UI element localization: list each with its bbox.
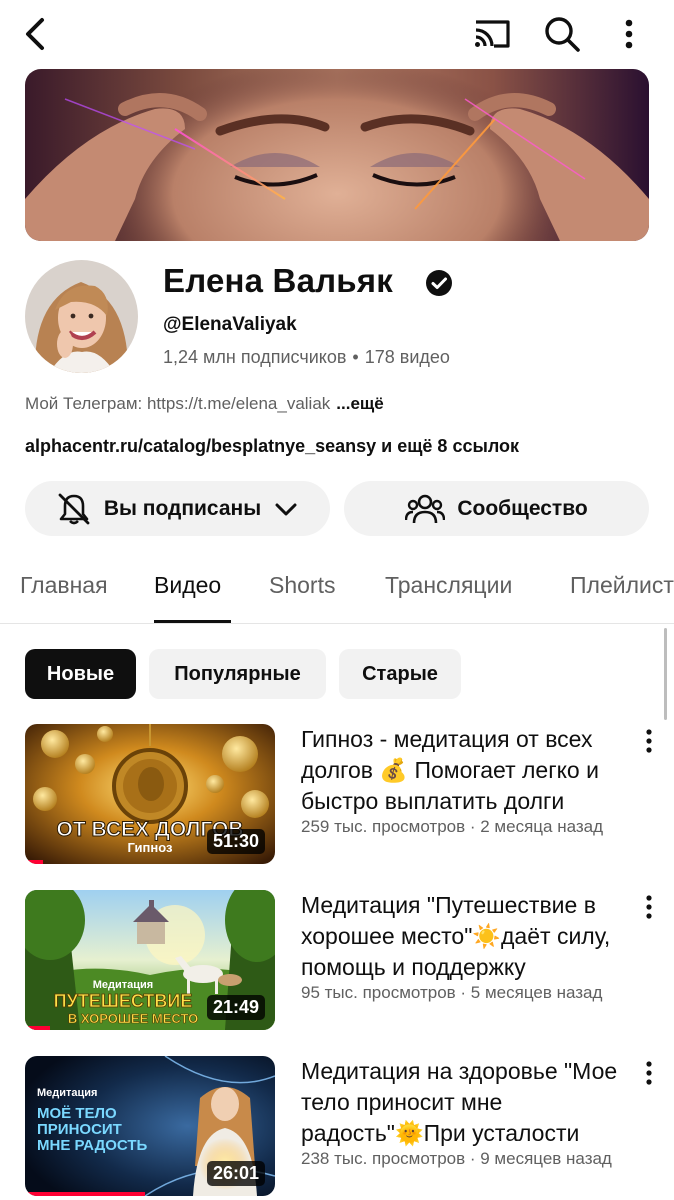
chevron-down-icon bbox=[275, 503, 297, 515]
watch-progress-bar bbox=[25, 1192, 145, 1196]
video-more-icon[interactable] bbox=[640, 1059, 658, 1087]
stats-separator: • bbox=[352, 347, 359, 367]
chip-popular[interactable]: Популярные bbox=[149, 649, 326, 699]
thumbnail-caption: Медитация bbox=[93, 979, 153, 991]
tab-shorts[interactable]: Shorts bbox=[269, 572, 335, 599]
channel-avatar[interactable] bbox=[25, 260, 138, 373]
verified-badge-icon bbox=[426, 270, 452, 296]
description-text: Мой Телеграм: https://t.me/elena_valiak bbox=[25, 394, 331, 413]
active-tab-indicator bbox=[154, 620, 231, 623]
video-title[interactable]: Медитация на здоровье "Мое тело приносит… bbox=[301, 1056, 631, 1149]
watch-progress-bar bbox=[25, 860, 43, 864]
video-more-icon[interactable] bbox=[640, 893, 658, 921]
video-item[interactable]: Медитация ПУТЕШЕСТВИЕ В ХОРОШЕЕ МЕСТО 21… bbox=[0, 890, 674, 1035]
video-meta: 238 тыс. просмотров · 9 месяцев назад bbox=[301, 1149, 612, 1168]
thumbnail-caption-line3: МНЕ РАДОСТЬ bbox=[37, 1137, 148, 1154]
video-duration: 26:01 bbox=[206, 1161, 265, 1186]
video-thumbnail[interactable]: Медитация ПУТЕШЕСТВИЕ В ХОРОШЕЕ МЕСТО 21… bbox=[25, 890, 275, 1030]
chip-oldest[interactable]: Старые bbox=[339, 649, 461, 699]
thumbnail-caption: Медитация bbox=[37, 1087, 97, 1099]
thumbnail-caption-main: ПУТЕШЕСТВИЕ bbox=[54, 991, 193, 1011]
search-icon[interactable] bbox=[542, 14, 582, 54]
thumbnail-caption-line1: МОЁ ТЕЛО bbox=[37, 1105, 117, 1122]
channel-tabs: Главная Видео Shorts Трансляции Плейлист… bbox=[0, 560, 674, 624]
video-item[interactable]: Медитация МОЁ ТЕЛО ПРИНОСИТ МНЕ РАДОСТЬ … bbox=[0, 1056, 674, 1200]
watch-progress-bar bbox=[25, 1026, 50, 1030]
chip-newest[interactable]: Новые bbox=[25, 649, 136, 699]
community-icon bbox=[405, 494, 446, 523]
video-more-icon[interactable] bbox=[640, 727, 658, 755]
more-vert-icon[interactable] bbox=[614, 14, 644, 54]
thumbnail-caption-sub: В ХОРОШЕЕ МЕСТО bbox=[68, 1011, 198, 1026]
subscribed-button[interactable]: Вы подписаны bbox=[25, 481, 330, 536]
cast-icon[interactable] bbox=[472, 16, 512, 52]
video-title[interactable]: Медитация "Путешествие в хорошее место"☀… bbox=[301, 890, 631, 983]
channel-links[interactable]: alphacentr.ru/catalog/besplatnye_seansy … bbox=[25, 436, 519, 457]
scrollbar[interactable] bbox=[664, 628, 667, 720]
subscriber-count: 1,24 млн подписчиков bbox=[163, 347, 347, 367]
video-meta: 259 тыс. просмотров · 2 месяца назад bbox=[301, 817, 604, 836]
thumbnail-caption-line2: ПРИНОСИТ bbox=[37, 1121, 122, 1138]
tab-videos[interactable]: Видео bbox=[154, 572, 221, 599]
top-app-bar bbox=[0, 0, 674, 68]
thumbnail-subcaption: Гипноз bbox=[128, 840, 174, 855]
description-more-link[interactable]: ...ещё bbox=[336, 394, 383, 413]
tab-live[interactable]: Трансляции bbox=[385, 572, 512, 599]
video-count: 178 видео bbox=[364, 347, 450, 367]
back-arrow-icon[interactable] bbox=[20, 14, 54, 54]
subscribed-label: Вы подписаны bbox=[103, 496, 262, 520]
community-button[interactable]: Сообщество bbox=[344, 481, 649, 536]
video-duration: 21:49 bbox=[206, 995, 265, 1020]
video-thumbnail[interactable]: ОТ ВСЕХ ДОЛГОВ Гипноз 51:30 bbox=[25, 724, 275, 864]
video-duration: 51:30 bbox=[206, 829, 265, 854]
tab-playlists[interactable]: Плейлисты bbox=[570, 572, 674, 599]
community-label: Сообщество bbox=[457, 496, 588, 520]
video-title[interactable]: Гипноз - медитация от всех долгов 💰 Помо… bbox=[301, 724, 631, 817]
banner-image bbox=[25, 69, 649, 241]
channel-banner bbox=[25, 69, 649, 241]
video-meta: 95 тыс. просмотров · 5 месяцев назад bbox=[301, 983, 603, 1002]
channel-handle: @ElenaValiyak bbox=[163, 314, 297, 335]
video-item[interactable]: ОТ ВСЕХ ДОЛГОВ Гипноз 51:30 Гипноз - мед… bbox=[0, 724, 674, 869]
notifications-off-icon bbox=[58, 493, 90, 524]
channel-description[interactable]: Мой Телеграм: https://t.me/elena_valiak.… bbox=[25, 394, 384, 414]
channel-name: Елена Вальяк bbox=[163, 262, 393, 299]
avatar-image bbox=[25, 260, 138, 373]
tab-home[interactable]: Главная bbox=[20, 572, 108, 599]
video-thumbnail[interactable]: Медитация МОЁ ТЕЛО ПРИНОСИТ МНЕ РАДОСТЬ … bbox=[25, 1056, 275, 1196]
channel-stats: 1,24 млн подписчиков • 178 видео bbox=[163, 347, 450, 368]
